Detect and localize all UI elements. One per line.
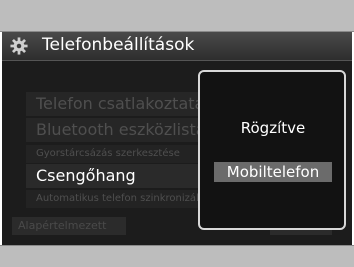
option-mobile-phone[interactable]: Mobiltelefon <box>214 162 332 182</box>
menu-item-phone-connect[interactable]: Telefon csatlakoztatás <box>26 92 202 116</box>
menu-item-auto-sync[interactable]: Automatikus telefon szinkronizálás <box>26 190 202 208</box>
top-margin <box>0 0 354 32</box>
menu-item-speed-dial[interactable]: Gyorstárcsázás szerkesztése <box>26 145 202 163</box>
menu-item-label: Gyorstárcsázás szerkesztése <box>36 148 180 159</box>
phone-settings-screen: Telefonbeállítások Telefon csatlakoztatá… <box>2 32 352 245</box>
menu-item-label: Csengőhang <box>36 166 136 185</box>
reset-default-button[interactable]: Alapértelmezett <box>12 217 126 235</box>
option-fixed[interactable]: Rögzítve <box>214 118 332 138</box>
title-bar: Telefonbeállítások <box>2 32 352 61</box>
page-title: Telefonbeállítások <box>42 35 195 55</box>
ringtone-popup: Rögzítve Mobiltelefon <box>198 70 346 230</box>
gear-icon <box>10 37 28 55</box>
menu-item-label: Automatikus telefon szinkronizálás <box>36 193 202 204</box>
menu-item-bluetooth-list[interactable]: Bluetooth eszközlista <box>26 118 202 142</box>
menu-item-label: Telefon csatlakoztatás <box>36 94 202 113</box>
menu-item-label: Bluetooth eszközlista <box>36 120 202 139</box>
menu-item-ringtone[interactable]: Csengőhang <box>26 164 202 188</box>
bottom-margin <box>0 245 354 267</box>
